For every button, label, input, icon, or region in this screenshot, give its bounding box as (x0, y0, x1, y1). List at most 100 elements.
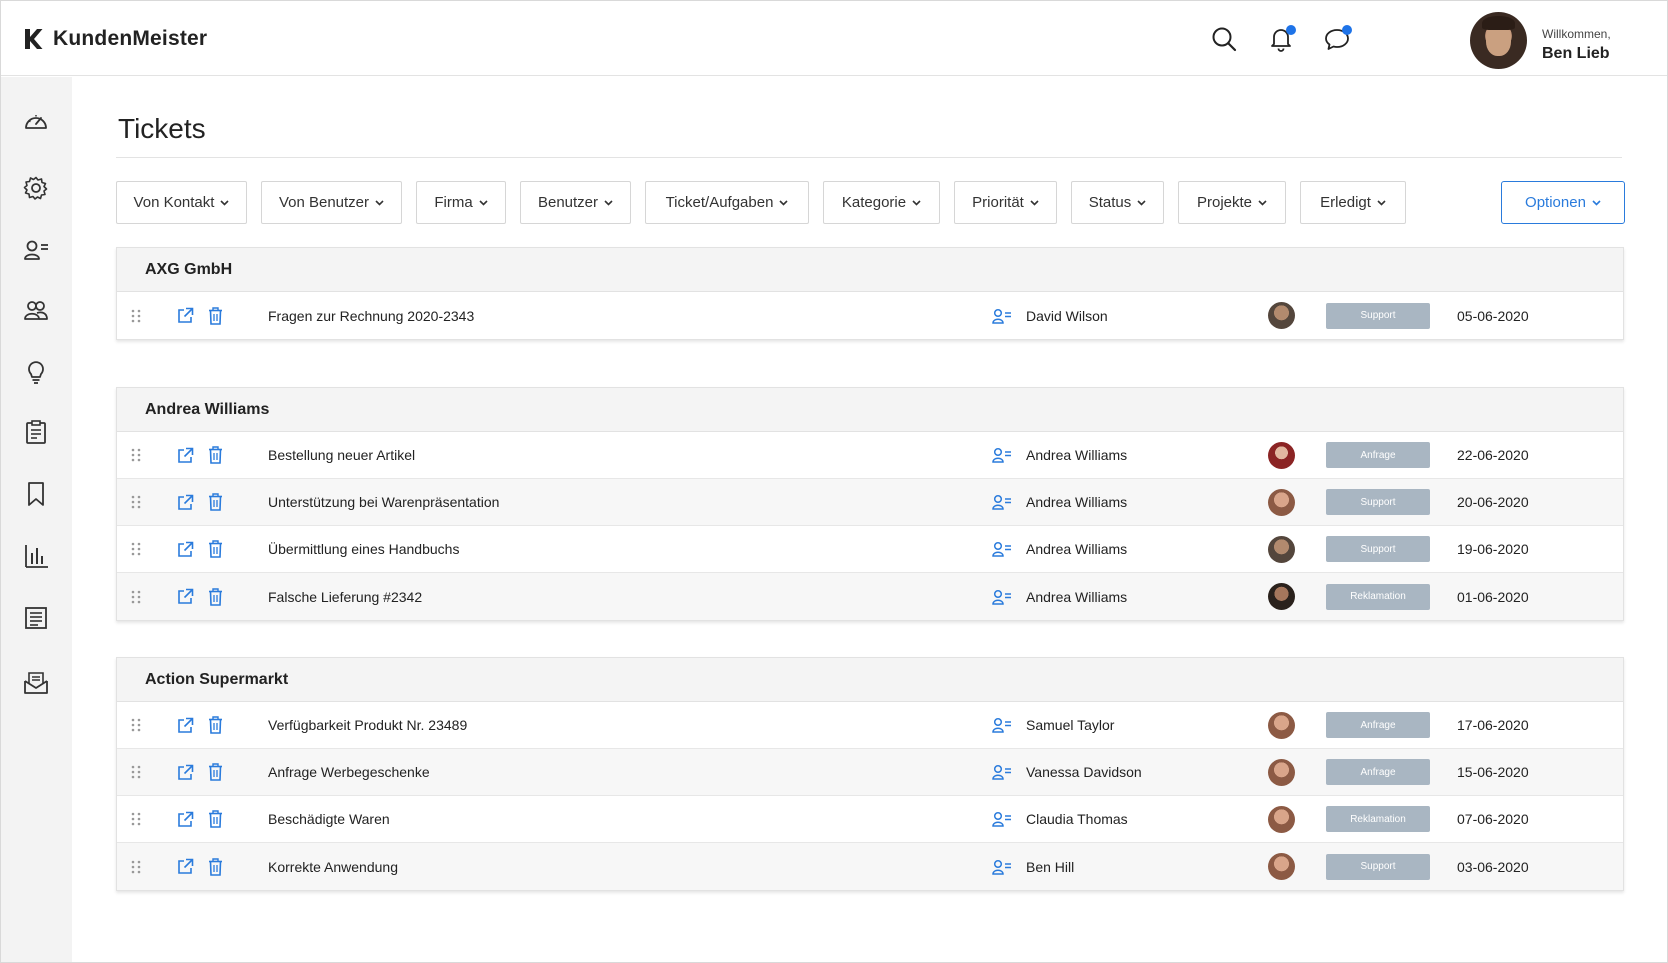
ticket-date: 01-06-2020 (1457, 588, 1529, 605)
user-list-icon (992, 589, 1011, 605)
drag-handle[interactable] (131, 702, 143, 748)
user-welcome[interactable]: Willkommen, Ben Lieb (1542, 27, 1611, 63)
open-ticket-button[interactable] (177, 292, 197, 339)
trash-icon (209, 446, 222, 464)
delete-ticket-button[interactable] (208, 526, 226, 572)
drag-handle-icon (131, 590, 141, 603)
delete-ticket-button[interactable] (208, 702, 226, 748)
drag-handle[interactable] (131, 843, 143, 890)
delete-ticket-button[interactable] (208, 292, 226, 339)
chevron-down-icon (375, 199, 384, 206)
ticket-contact: Vanessa Davidson (1026, 764, 1142, 780)
filter-label: Kategorie (841, 194, 907, 211)
table-row[interactable]: Bestellung neuer Artikel Andrea Williams… (117, 432, 1623, 479)
drag-handle[interactable] (131, 432, 143, 478)
ticket-subject[interactable]: Anfrage Werbegeschenke (268, 749, 430, 795)
delete-ticket-button[interactable] (208, 432, 226, 478)
filter-prioritaet[interactable]: Priorität (954, 181, 1057, 224)
drag-handle[interactable] (131, 526, 143, 572)
drag-handle[interactable] (131, 749, 143, 795)
brand[interactable]: KundenMeister (23, 27, 207, 51)
drag-handle[interactable] (131, 573, 143, 620)
group-header: Action Supermarkt (117, 658, 1623, 702)
table-row[interactable]: Verfügbarkeit Produkt Nr. 23489 Samuel T… (117, 702, 1623, 749)
filter-label: Firma (434, 194, 473, 211)
category-badge: Support (1326, 292, 1430, 339)
filter-von-kontakt[interactable]: Von Kontakt (116, 181, 247, 224)
bar-chart-icon[interactable] (23, 543, 49, 569)
ticket-subject[interactable]: Bestellung neuer Artikel (268, 432, 415, 478)
dashboard-icon[interactable] (23, 109, 49, 135)
lightbulb-icon[interactable] (23, 359, 49, 385)
filter-status[interactable]: Status (1071, 181, 1164, 224)
filter-von-benutzer[interactable]: Von Benutzer (261, 181, 402, 224)
bookmark-icon[interactable] (23, 481, 49, 507)
delete-ticket-button[interactable] (208, 479, 226, 525)
ticket-subject[interactable]: Falsche Lieferung #2342 (268, 573, 422, 620)
filter-label: Benutzer (537, 194, 599, 211)
filter-firma[interactable]: Firma (416, 181, 506, 224)
messages-button[interactable] (1323, 25, 1352, 53)
category-badge: Support (1326, 843, 1430, 890)
open-ticket-button[interactable] (177, 749, 197, 795)
open-ticket-button[interactable] (177, 526, 197, 572)
user-list-icon (992, 859, 1011, 875)
ticket-subject[interactable]: Verfügbarkeit Produkt Nr. 23489 (268, 702, 467, 748)
ticket-subject[interactable]: Fragen zur Rechnung 2020-2343 (268, 292, 474, 339)
filter-ticket-aufgaben[interactable]: Ticket/Aufgaben (645, 181, 809, 224)
list-document-icon[interactable] (23, 605, 49, 631)
notifications-button[interactable] (1267, 25, 1296, 53)
table-row[interactable]: Falsche Lieferung #2342 Andrea Williams … (117, 573, 1623, 620)
external-link-icon (178, 541, 194, 557)
ticket-date: 17-06-2020 (1457, 717, 1529, 733)
table-row[interactable]: Korrekte Anwendung Ben Hill Support 03-0… (117, 843, 1623, 890)
assigned-user-icon (992, 702, 1014, 748)
options-button[interactable]: Optionen (1501, 181, 1625, 224)
drag-handle[interactable] (131, 796, 143, 842)
contacts-icon[interactable] (23, 237, 49, 263)
mail-inbox-icon[interactable] (23, 669, 49, 695)
table-row[interactable]: Beschädigte Waren Claudia Thomas Reklama… (117, 796, 1623, 843)
drag-handle[interactable] (131, 292, 143, 339)
ticket-subject[interactable]: Unterstützung bei Warenpräsentation (268, 479, 499, 525)
table-row[interactable]: Unterstützung bei Warenpräsentation Andr… (117, 479, 1623, 526)
delete-ticket-button[interactable] (208, 796, 226, 842)
external-link-icon (178, 764, 194, 780)
delete-ticket-button[interactable] (208, 573, 226, 620)
open-ticket-button[interactable] (177, 702, 197, 748)
drag-handle[interactable] (131, 479, 143, 525)
drag-handle-icon (131, 860, 141, 873)
open-ticket-button[interactable] (177, 796, 197, 842)
open-ticket-button[interactable] (177, 843, 197, 890)
search-button[interactable] (1210, 25, 1238, 53)
ticket-subject[interactable]: Beschädigte Waren (268, 796, 390, 842)
table-row[interactable]: Anfrage Werbegeschenke Vanessa Davidson … (117, 749, 1623, 796)
gear-icon[interactable] (23, 175, 49, 201)
delete-ticket-button[interactable] (208, 843, 226, 890)
ticket-subject[interactable]: Übermittlung eines Handbuchs (268, 526, 459, 572)
chevron-down-icon (479, 199, 488, 206)
ticket-contact: David Wilson (1026, 307, 1108, 324)
ticket-subject[interactable]: Korrekte Anwendung (268, 843, 398, 890)
filter-benutzer[interactable]: Benutzer (520, 181, 631, 224)
table-row[interactable]: Fragen zur Rechnung 2020-2343 David Wils… (117, 292, 1623, 339)
contact-avatar (1268, 702, 1296, 748)
contact-avatar (1268, 796, 1296, 842)
filter-projekte[interactable]: Projekte (1178, 181, 1286, 224)
clipboard-icon[interactable] (23, 419, 49, 445)
users-group-icon[interactable] (23, 297, 49, 323)
category-badge: Reklamation (1326, 796, 1430, 842)
filter-kategorie[interactable]: Kategorie (823, 181, 940, 224)
open-ticket-button[interactable] (177, 432, 197, 478)
delete-ticket-button[interactable] (208, 749, 226, 795)
open-ticket-button[interactable] (177, 573, 197, 620)
contact-avatar (1268, 749, 1296, 795)
chevron-down-icon (604, 199, 613, 206)
filter-erledigt[interactable]: Erledigt (1300, 181, 1406, 224)
ticket-group: Andrea Williams Bestellung neuer Artikel… (116, 387, 1624, 621)
table-row[interactable]: Übermittlung eines Handbuchs Andrea Will… (117, 526, 1623, 573)
drag-handle-icon (131, 495, 141, 509)
open-ticket-button[interactable] (177, 479, 197, 525)
ticket-contact: Andrea Williams (1026, 541, 1128, 557)
user-avatar[interactable] (1470, 12, 1527, 69)
